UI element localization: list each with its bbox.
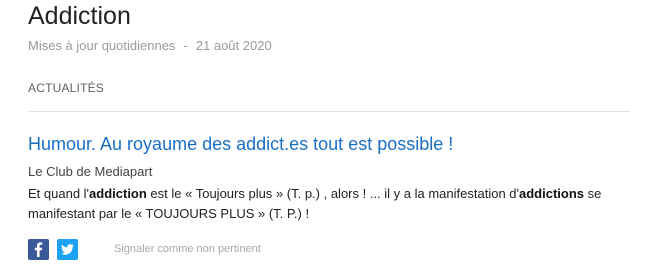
section-heading: ACTUALITÉS <box>28 81 105 95</box>
topic-title: Addiction <box>28 2 131 30</box>
article-source: Le Club de Mediapart <box>28 164 153 179</box>
facebook-icon <box>34 241 43 257</box>
update-date: 21 août 2020 <box>195 38 272 53</box>
facebook-share-button[interactable] <box>28 238 49 260</box>
report-not-relevant-link[interactable]: Signaler comme non pertinent <box>114 242 261 256</box>
snippet-keyword: addictions <box>519 186 585 201</box>
snippet-text: est le « Toujours plus » (T. p.) , alors… <box>146 186 520 201</box>
section-divider <box>28 111 630 112</box>
article-actions: Signaler comme non pertinent <box>28 238 261 260</box>
twitter-share-button[interactable] <box>57 238 78 260</box>
meta-separator: - <box>183 38 188 53</box>
article-snippet: Et quand l'addiction est le « Toujours p… <box>28 184 658 224</box>
snippet-text: Et quand l' <box>28 186 90 201</box>
topic-meta: Mises à jour quotidiennes -21 août 2020 <box>28 38 272 54</box>
snippet-keyword: addiction <box>89 186 147 201</box>
update-frequency: Mises à jour quotidiennes <box>28 38 176 53</box>
twitter-icon <box>61 243 74 255</box>
article-headline-link[interactable]: Humour. Au royaume des addict.es tout es… <box>28 133 453 155</box>
